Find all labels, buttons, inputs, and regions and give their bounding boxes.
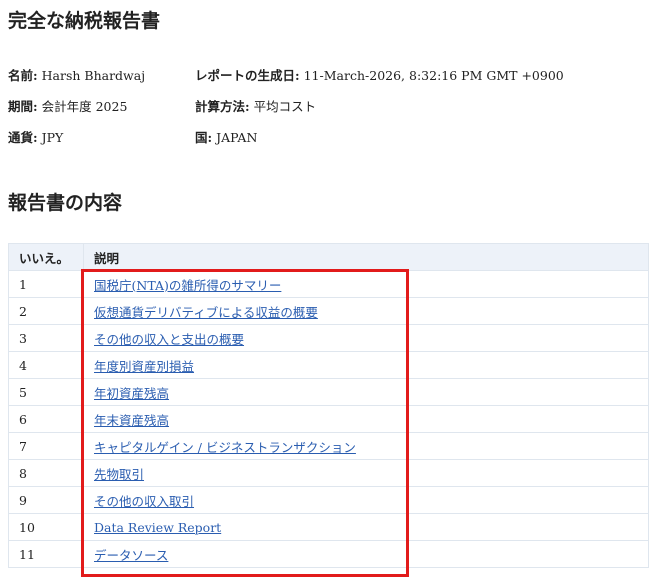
period-value: 会計年度 2025 <box>41 99 128 114</box>
row-number: 2 <box>8 297 84 325</box>
row-number: 9 <box>8 486 84 514</box>
table-row: 7 キャピタルゲイン / ビジネストランザクション <box>8 432 649 460</box>
contents-title: 報告書の内容 <box>8 192 123 214</box>
country-field: 国: JAPAN <box>195 127 257 146</box>
row-description: 年初資産残高 <box>83 378 649 406</box>
page-title: 完全な納税報告書 <box>8 10 161 32</box>
contents-link[interactable]: 国税庁(NTA)の雑所得のサマリー <box>94 278 281 293</box>
row-description: 年度別資産別損益 <box>83 351 649 379</box>
row-number: 4 <box>8 351 84 379</box>
generated-field: レポートの生成日: 11-March-2026, 8:32:16 PM GMT … <box>195 65 564 84</box>
table-row: 11 データソース <box>8 540 649 568</box>
country-value: JAPAN <box>216 130 258 145</box>
currency-value: JPY <box>41 130 64 145</box>
row-description: その他の収入取引 <box>83 486 649 514</box>
contents-link[interactable]: キャピタルゲイン / ビジネストランザクション <box>94 440 356 455</box>
row-description: その他の収入と支出の概要 <box>83 324 649 352</box>
table-header-row: いいえ。 説明 <box>8 243 649 271</box>
contents-link[interactable]: その他の収入取引 <box>94 494 194 509</box>
contents-table: いいえ。 説明 1 国税庁(NTA)の雑所得のサマリー 2 仮想通貨デリバティブ… <box>8 243 649 568</box>
table-row: 1 国税庁(NTA)の雑所得のサマリー <box>8 270 649 298</box>
row-description: データソース <box>83 540 649 568</box>
row-number: 1 <box>8 270 84 298</box>
table-row: 6 年末資産残高 <box>8 405 649 433</box>
generated-value: 11-March-2026, 8:32:16 PM GMT +0900 <box>303 68 564 83</box>
row-number: 10 <box>8 513 84 541</box>
table-row: 2 仮想通貨デリバティブによる収益の概要 <box>8 297 649 325</box>
currency-label: 通貨: <box>8 130 38 145</box>
contents-link[interactable]: 年初資産残高 <box>94 386 169 401</box>
country-label: 国: <box>195 130 213 145</box>
currency-field: 通貨: JPY <box>8 127 63 146</box>
generated-label: レポートの生成日: <box>195 68 300 83</box>
method-value: 平均コスト <box>253 99 317 114</box>
row-number: 3 <box>8 324 84 352</box>
row-description: 先物取引 <box>83 459 649 487</box>
row-number: 11 <box>8 540 84 568</box>
table-row: 10 Data Review Report <box>8 513 649 541</box>
name-value: Harsh Bhardwaj <box>41 68 146 83</box>
period-label: 期間: <box>8 99 38 114</box>
contents-link[interactable]: その他の収入と支出の概要 <box>94 332 244 347</box>
contents-link[interactable]: 年度別資産別損益 <box>94 359 194 374</box>
contents-link[interactable]: 先物取引 <box>94 467 144 482</box>
name-field: 名前: Harsh Bhardwaj <box>8 65 145 84</box>
method-field: 計算方法: 平均コスト <box>195 96 316 115</box>
row-number: 5 <box>8 378 84 406</box>
row-description: キャピタルゲイン / ビジネストランザクション <box>83 432 649 460</box>
contents-link[interactable]: データソース <box>94 548 168 563</box>
contents-link[interactable]: 仮想通貨デリバティブによる収益の概要 <box>94 305 318 320</box>
table-row: 5 年初資産残高 <box>8 378 649 406</box>
name-label: 名前: <box>8 68 38 83</box>
method-label: 計算方法: <box>195 99 250 114</box>
row-description: 年末資産残高 <box>83 405 649 433</box>
table-row: 3 その他の収入と支出の概要 <box>8 324 649 352</box>
column-header-description: 説明 <box>83 243 649 271</box>
table-row: 8 先物取引 <box>8 459 649 487</box>
period-field: 期間: 会計年度 2025 <box>8 96 127 115</box>
table-row: 9 その他の収入取引 <box>8 486 649 514</box>
table-row: 4 年度別資産別損益 <box>8 351 649 379</box>
row-number: 7 <box>8 432 84 460</box>
row-number: 6 <box>8 405 84 433</box>
row-description: 国税庁(NTA)の雑所得のサマリー <box>83 270 649 298</box>
row-description: 仮想通貨デリバティブによる収益の概要 <box>83 297 649 325</box>
column-header-no: いいえ。 <box>8 243 84 271</box>
row-description: Data Review Report <box>83 513 649 541</box>
contents-link[interactable]: Data Review Report <box>94 520 221 535</box>
contents-link[interactable]: 年末資産残高 <box>94 413 169 428</box>
row-number: 8 <box>8 459 84 487</box>
